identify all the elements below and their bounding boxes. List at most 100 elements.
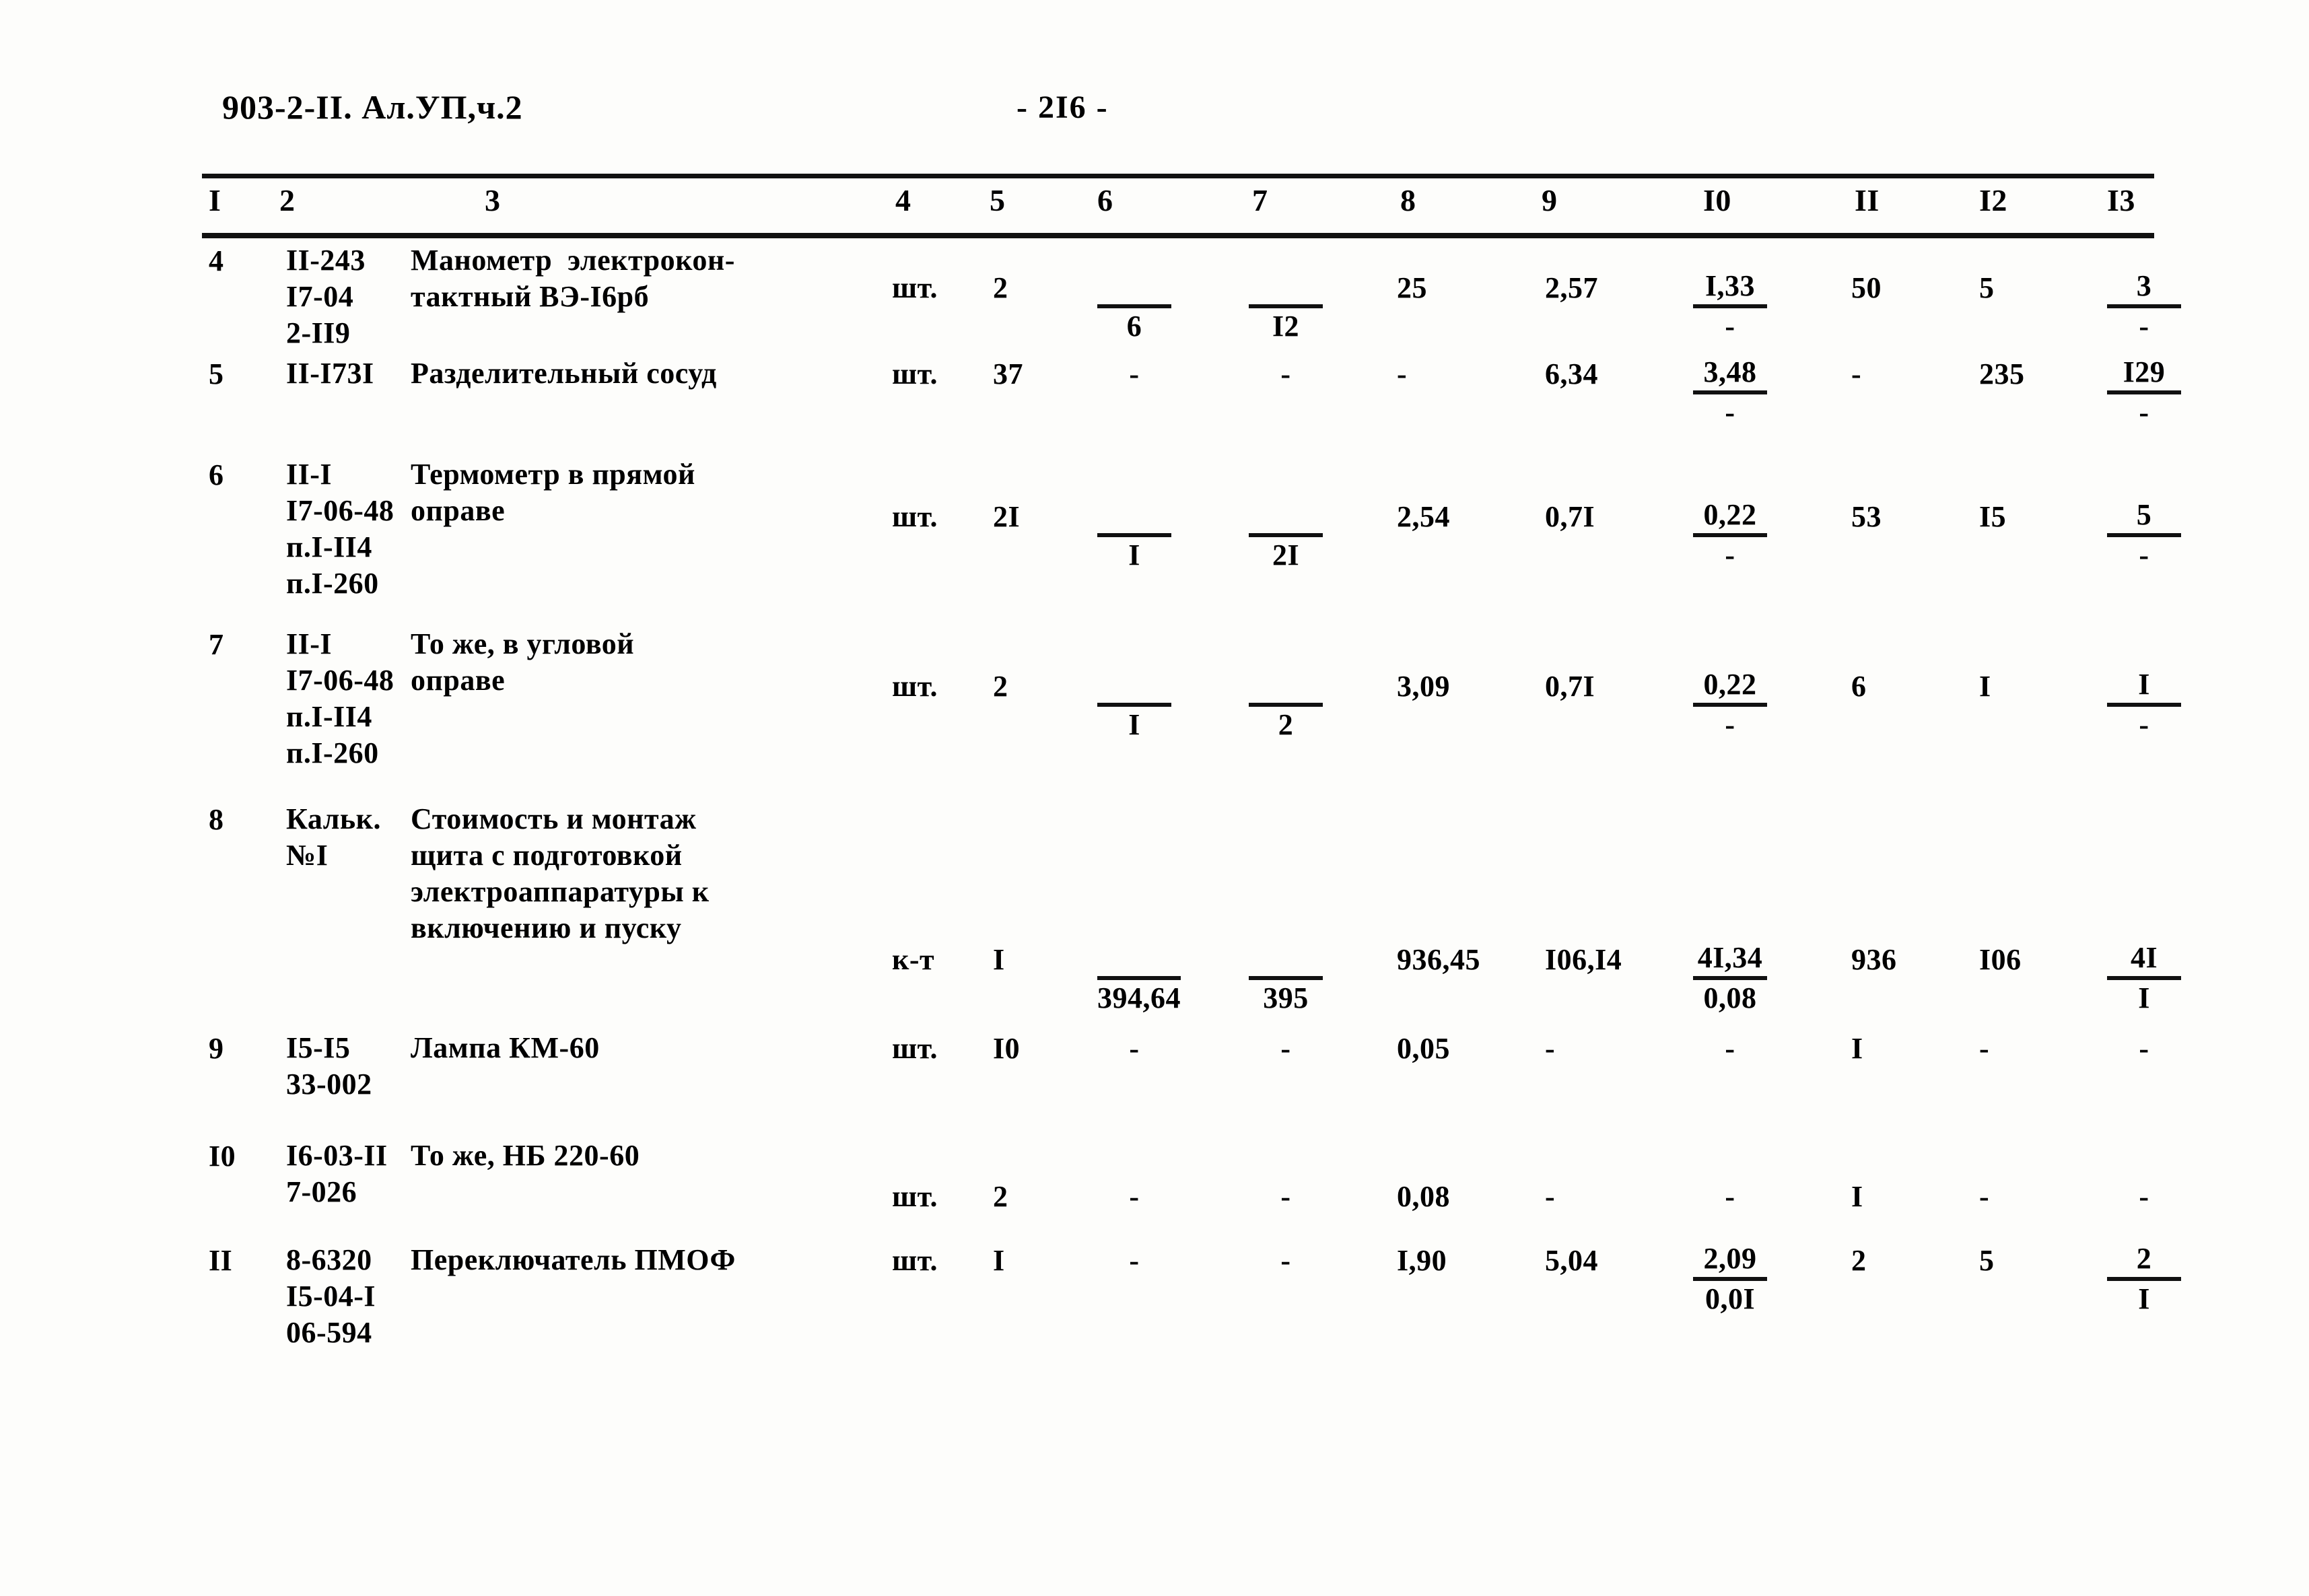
row-col13-denominator: - — [2139, 396, 2149, 429]
row-col7-bar — [1249, 1279, 1323, 1283]
row-quantity: I — [993, 943, 1005, 976]
row-col8: 3,09 — [1397, 670, 1450, 703]
row-quantity: 2 — [993, 271, 1008, 304]
row-col10-bar — [1693, 976, 1767, 980]
row-col8: 2,54 — [1397, 500, 1450, 533]
row-unit: шт. — [892, 357, 938, 390]
row-col10-bar — [1693, 533, 1767, 537]
row-code: 8-6320 I5-04-I 06-594 — [286, 1243, 376, 1349]
row-col10-numerator: - — [1725, 1032, 1735, 1065]
row-number: II — [209, 1244, 233, 1277]
row-col6: - — [1097, 1030, 1171, 1103]
document-page: 903-2-II. Ал.УП,ч.2 - 2I6 - I 2 3 4 5 6 7 8 9 I0 I… — [0, 0, 2309, 1596]
row-code: Кальк. №I — [286, 802, 382, 872]
row-col13-bar — [2107, 1277, 2181, 1281]
row-col6-bar — [1097, 533, 1171, 537]
row-col6: - — [1097, 1242, 1171, 1315]
row-col10-denominator: 0,08 — [1703, 981, 1757, 1014]
row-unit: шт. — [892, 271, 938, 304]
row-col7: - — [1249, 1178, 1323, 1251]
row-col7-denominator: 395 — [1263, 981, 1309, 1014]
row-col10-numerator: 4I,34 — [1697, 941, 1763, 974]
column-header-2: 2 — [279, 183, 296, 217]
row-number: 4 — [209, 244, 224, 277]
row-col6-denominator — [1097, 398, 1171, 429]
row-col6-numerator: - — [1129, 1244, 1140, 1277]
row-col13: 3- — [2107, 269, 2181, 345]
row-col13-denominator: - — [2139, 310, 2149, 343]
row-unit: к-т — [892, 943, 935, 976]
row-col11: I — [1851, 1032, 1863, 1065]
row-col13: - — [2107, 1178, 2181, 1251]
row-col13-bar — [2107, 390, 2181, 394]
row-number: I0 — [209, 1140, 236, 1173]
row-col8: I,90 — [1397, 1244, 1447, 1277]
row-col11: 50 — [1851, 271, 1882, 304]
row-unit: шт. — [892, 1032, 938, 1065]
row-col12: - — [1979, 1180, 1990, 1213]
row-col10-denominator: 0,0I — [1704, 1282, 1756, 1315]
row-col12: 5 — [1979, 1244, 1995, 1277]
row-col7-denominator: 2 — [1278, 708, 1294, 741]
row-col10-denominator: - — [1725, 396, 1735, 429]
row-col11: - — [1851, 357, 1862, 390]
row-code: I5-I5 33-002 — [286, 1031, 372, 1101]
document-code: 903-2-II. Ал.УП,ч.2 — [222, 88, 523, 126]
row-name: Термометр в прямой оправе — [411, 458, 695, 527]
column-header-8: 8 — [1400, 183, 1416, 217]
row-col11: 2 — [1851, 1244, 1867, 1277]
row-col10-bar — [1693, 1277, 1767, 1281]
row-name: Разделительный сосуд — [411, 357, 717, 390]
row-col13-numerator: I29 — [2123, 355, 2166, 388]
row-col13-numerator: 2 — [2136, 1242, 2152, 1275]
column-header-9: 9 — [1542, 183, 1558, 217]
row-col10-denominator — [1693, 1072, 1767, 1103]
row-col7-numerator: - — [1280, 357, 1291, 390]
row-quantity: 2I — [993, 500, 1021, 533]
row-col12: I06 — [1979, 943, 2022, 976]
row-col10: - — [1693, 1030, 1767, 1103]
row-col6-numerator — [1097, 498, 1171, 532]
row-quantity: 37 — [993, 357, 1023, 390]
row-col13-denominator: - — [2139, 708, 2149, 741]
row-col10: 0,22 - — [1693, 498, 1767, 574]
row-col13-numerator: I — [2138, 668, 2150, 701]
row-col9: I06,I4 — [1545, 943, 1622, 976]
row-col8: 25 — [1397, 271, 1427, 304]
row-col10-bar — [1693, 1067, 1767, 1071]
row-unit: шт. — [892, 1244, 938, 1277]
row-col10-numerator: 0,22 — [1703, 498, 1757, 531]
row-col7-denominator: I2 — [1272, 310, 1300, 343]
row-code: II-I73I — [286, 357, 374, 390]
row-col11: 6 — [1851, 670, 1867, 703]
row-col13-numerator: - — [2139, 1032, 2149, 1065]
row-col13: I29 - — [2107, 355, 2181, 431]
row-col8: 0,08 — [1397, 1180, 1450, 1213]
row-col10-denominator: - — [1725, 708, 1735, 741]
row-col13: I- — [2107, 668, 2181, 744]
row-col13: 4I I — [2107, 941, 2181, 1017]
row-number: 6 — [209, 458, 224, 491]
row-name: Переключатель ПМОФ — [411, 1243, 736, 1276]
row-col10: 0,22 - — [1693, 668, 1767, 744]
row-col6-denominator: 394,64 — [1097, 981, 1181, 1014]
row-unit: шт. — [892, 500, 938, 533]
row-col13-bar — [2107, 976, 2181, 980]
row-col13-denominator — [2107, 1072, 2181, 1103]
row-number: 5 — [209, 357, 224, 390]
row-col6: I — [1097, 668, 1171, 744]
row-col7-bar — [1249, 392, 1323, 396]
row-col8: 936,45 — [1397, 943, 1480, 976]
row-col12: 235 — [1979, 357, 2025, 390]
row-quantity: I — [993, 1244, 1005, 1277]
row-col7-denominator: 2I — [1272, 539, 1300, 571]
row-col6-bar — [1097, 1067, 1171, 1071]
column-header-5: 5 — [990, 183, 1006, 217]
row-col13: 5- — [2107, 498, 2181, 574]
row-col6-numerator: - — [1129, 357, 1140, 390]
row-col10-numerator: 0,22 — [1703, 668, 1757, 701]
row-col10: 3,48 - — [1693, 355, 1767, 431]
row-name: Стоимость и монтаж щита с подготовкой элек… — [411, 802, 710, 944]
row-col6-bar — [1097, 703, 1171, 707]
row-col10-numerator: - — [1725, 1180, 1735, 1213]
